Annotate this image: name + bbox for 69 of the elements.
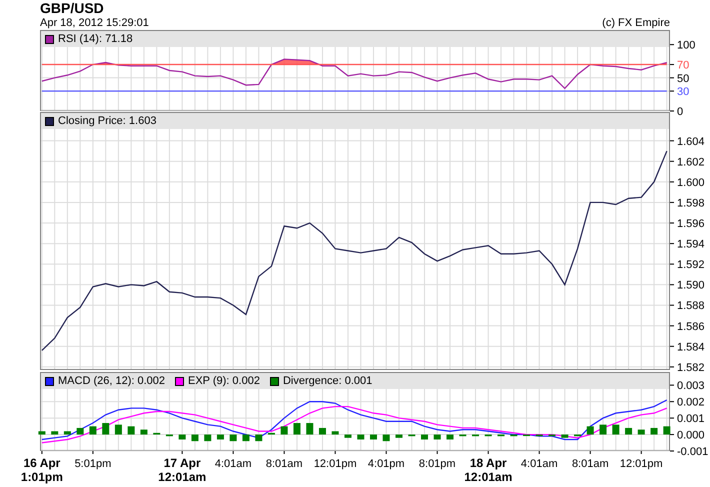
axis-label: 5:01pm bbox=[74, 458, 112, 470]
y-axis bbox=[670, 44, 674, 112]
axis-label: 4:01am bbox=[214, 458, 252, 470]
axis-label: 1.596 bbox=[677, 218, 705, 230]
timestamp: Apr 18, 2012 15:29:01 bbox=[40, 18, 149, 28]
axis-label: 1.584 bbox=[677, 341, 705, 354]
legend-label: RSI (14): 71.18 bbox=[58, 34, 133, 44]
axis-label: 0 bbox=[677, 106, 684, 118]
axis-label: 8:01am bbox=[572, 458, 609, 470]
axis-label: 70 bbox=[677, 60, 690, 72]
histogram-bar bbox=[268, 432, 275, 435]
histogram-bar bbox=[38, 431, 46, 435]
histogram-bar bbox=[230, 434, 237, 442]
histogram-bar bbox=[178, 434, 186, 440]
axis-label: -0.001 bbox=[677, 446, 708, 458]
axis-label: 0.002 bbox=[677, 396, 705, 409]
axis-label: 4:01am bbox=[520, 458, 558, 470]
histogram-bar bbox=[421, 434, 428, 440]
histogram-bar bbox=[600, 424, 607, 435]
axis-label: 1.582 bbox=[677, 362, 705, 374]
axis-label: 1.586 bbox=[677, 320, 705, 333]
copyright: (c) FX Empire bbox=[602, 18, 670, 28]
histogram-bar bbox=[102, 423, 110, 435]
axis-label: 12:01pm bbox=[620, 458, 663, 470]
histogram-bar bbox=[204, 434, 212, 442]
chart-title: GBP/USD bbox=[40, 0, 104, 16]
axis-label: 1.588 bbox=[677, 300, 705, 312]
histogram-bar bbox=[357, 434, 364, 440]
axis-label: 1.600 bbox=[677, 176, 705, 189]
axis-label: 1.604 bbox=[677, 136, 705, 148]
axis-label: 30 bbox=[677, 86, 690, 98]
axis-label: 16 Apr 1:01pm bbox=[20, 456, 63, 484]
axis-label: 8:01am bbox=[266, 458, 303, 470]
axis-label: 8:01pm bbox=[418, 458, 456, 470]
axis-label: 18 Apr 12:01am bbox=[464, 456, 512, 484]
histogram-bar bbox=[434, 434, 441, 440]
histogram-bar bbox=[344, 434, 352, 438]
histogram-bar bbox=[140, 430, 148, 435]
axis-label: 100 bbox=[677, 40, 696, 52]
y-axis bbox=[670, 384, 674, 452]
histogram-bar bbox=[332, 431, 339, 435]
axis-label: 1.594 bbox=[677, 238, 705, 251]
axis-label: 4:01pm bbox=[368, 458, 405, 470]
legend-label: EXP (9): 0.002 bbox=[188, 376, 260, 386]
axis-label: 0.000 bbox=[677, 430, 705, 442]
axis-label: 12:01pm bbox=[314, 458, 357, 470]
histogram-bar bbox=[446, 434, 454, 440]
histogram-bar bbox=[638, 430, 645, 435]
axis-label: 50 bbox=[677, 72, 690, 85]
histogram-bar bbox=[64, 431, 71, 435]
histogram-bar bbox=[153, 432, 160, 435]
axis-label: 1.598 bbox=[677, 197, 705, 210]
histogram-bar bbox=[396, 434, 402, 438]
histogram-bar bbox=[51, 431, 58, 435]
legend-label: Divergence: 0.001 bbox=[282, 376, 372, 386]
histogram-bar bbox=[306, 423, 314, 435]
axis-label: 1.592 bbox=[677, 259, 705, 272]
axis-label: 0.003 bbox=[677, 380, 705, 392]
histogram-bar bbox=[216, 434, 224, 440]
histogram-bar bbox=[561, 434, 568, 438]
histogram-bar bbox=[382, 434, 390, 442]
axis-label: 0.001 bbox=[677, 413, 705, 426]
legend-label: MACD (26, 12): 0.002 bbox=[58, 376, 165, 386]
histogram-bar bbox=[370, 434, 377, 440]
histogram-bar bbox=[255, 434, 262, 442]
axis-label: 1.602 bbox=[677, 156, 705, 168]
axis-label: 17 Apr 12:01am bbox=[158, 456, 206, 484]
legend-label: Closing Price: 1.603 bbox=[58, 116, 156, 126]
axis-label: 1.590 bbox=[677, 280, 705, 292]
